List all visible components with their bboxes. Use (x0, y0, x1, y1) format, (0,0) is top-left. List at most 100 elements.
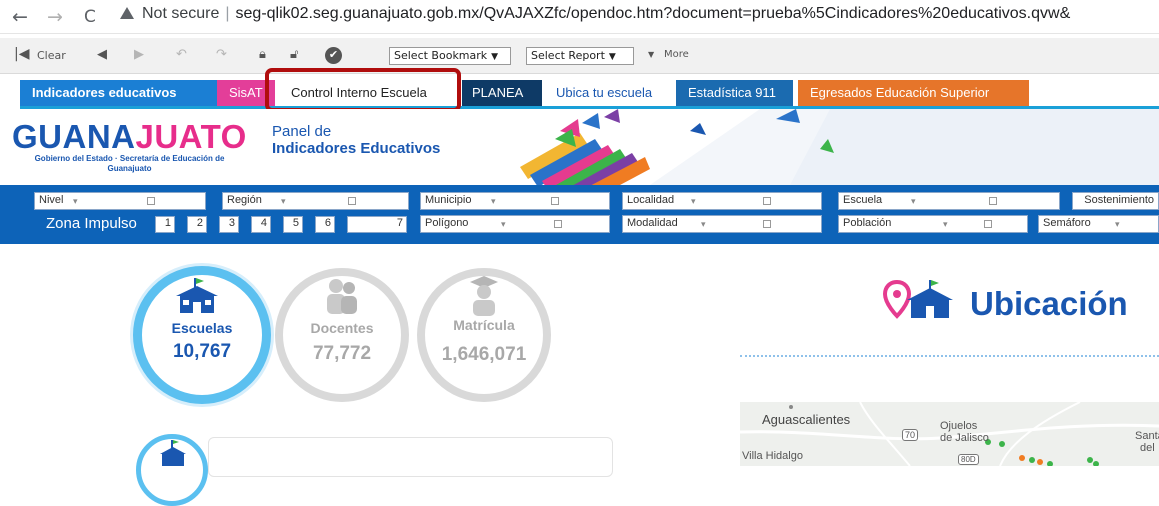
tab-label: PLANEA (472, 85, 524, 100)
map-label-aguascalientes: Aguascalientes (762, 412, 851, 427)
reload-icon[interactable]: C (84, 7, 96, 27)
chevron-down-icon: ▼ (608, 52, 616, 62)
panel-title-line2: Indicadores Educativos (272, 140, 441, 157)
kpi-escuelas-value: 10,767 (172, 341, 232, 362)
tab-planea[interactable]: PLANEA (462, 80, 542, 106)
filter-label: Localidad (627, 194, 675, 206)
not-secure-warning-icon (120, 7, 134, 19)
chevron-down-icon: ▾ (911, 196, 916, 206)
school-icon (176, 278, 218, 313)
back-selection-icon[interactable]: ◀ (97, 47, 107, 62)
filter-label: Escuela (843, 194, 883, 206)
address-bar[interactable]: Not secure | seg-qlik02.seg.guanajuato.gob… (120, 5, 1070, 29)
chevron-down-icon: ▾ (1115, 219, 1120, 229)
zona-5[interactable]: 5 (283, 216, 303, 233)
unlock-icon[interactable]: 🔓︎ (290, 47, 298, 62)
highlight-box (265, 68, 461, 112)
bookmark-select[interactable]: Select Bookmark ▼ (389, 47, 511, 65)
map-view[interactable]: Aguascalientes Ojuelos de Jalisco Villa … (740, 402, 1159, 466)
lock-icon[interactable]: 🔒︎ (259, 47, 266, 62)
tab-label: Ubica tu escuela (556, 85, 653, 100)
filter-label: Polígono (425, 217, 469, 229)
kpi-docentes-value: 77,772 (312, 343, 372, 364)
undo-icon[interactable]: ↶ (176, 47, 187, 62)
graduate-icon (470, 276, 498, 316)
filter-label: Región (227, 194, 262, 206)
filter-escuela[interactable]: Escuela ▾ (838, 192, 1060, 210)
checkbox-icon[interactable] (147, 197, 155, 205)
filter-label: Semáforo (1043, 217, 1091, 229)
chevron-down-icon: ▾ (943, 219, 948, 229)
dashboard-header: GUANAJUATO Gobierno del Estado · Secreta… (0, 109, 1159, 185)
school-icon (160, 440, 186, 466)
teachers-icon (327, 279, 357, 314)
more-chevron-icon[interactable]: ▼ (648, 50, 654, 59)
security-status: Not secure (142, 5, 220, 22)
kpi-docentes-label: Docentes (310, 320, 374, 336)
checkbox-icon[interactable] (763, 197, 771, 205)
pencils-banner-art (520, 109, 1159, 185)
more-button[interactable]: More (664, 49, 689, 60)
tab-estadistica-911[interactable]: Estadística 911 (676, 80, 793, 106)
chevron-down-icon: ▾ (73, 196, 78, 206)
redo-icon[interactable]: ↷ (216, 47, 227, 62)
zona-2[interactable]: 2 (187, 216, 207, 233)
filter-localidad[interactable]: Localidad ▾ (622, 192, 822, 210)
map-label-ojuelos: Ojuelos de Jalisco (940, 420, 989, 444)
zona-3[interactable]: 3 (219, 216, 239, 233)
checkbox-icon[interactable] (989, 197, 997, 205)
zona-7[interactable]: 7 (347, 216, 407, 233)
road-70-shield: 70 (902, 429, 919, 441)
tab-label: Estadística 911 (688, 85, 776, 100)
clear-button[interactable]: Clear (37, 49, 66, 62)
clear-icon[interactable]: |◀ (14, 46, 29, 62)
filter-municipio[interactable]: Municipio ▾ (420, 192, 610, 210)
forward-arrow-icon[interactable]: → (47, 6, 63, 28)
panel-title: Panel de Indicadores Educativos (272, 123, 440, 157)
filter-label: Población (843, 217, 892, 229)
tab-egresados-educacion-superior[interactable]: Egresados Educación Superior (798, 80, 1029, 106)
checkbox-icon[interactable] (984, 220, 992, 228)
bookmark-select-label: Select Bookmark (394, 49, 488, 62)
guanajuato-logo: GUANAJUATO (12, 118, 247, 156)
filter-sostenimiento[interactable]: Sostenimiento (1072, 192, 1159, 210)
road-80d-shield: 80D (958, 454, 979, 465)
chevron-down-icon: ▼ (491, 52, 499, 62)
tab-ubica-tu-escuela[interactable]: Ubica tu escuela (544, 80, 672, 106)
sheet-tabs: Indicadores educativos SisAT Control Int… (0, 80, 1159, 108)
map-label-del: del (1140, 442, 1155, 454)
bottom-card (208, 437, 613, 477)
checkbox-icon[interactable] (554, 220, 562, 228)
zona-1[interactable]: 1 (155, 216, 175, 233)
chevron-down-icon: ▾ (491, 196, 496, 206)
tab-label: Egresados Educación Superior (810, 85, 990, 100)
checkbox-icon[interactable] (551, 197, 559, 205)
report-select[interactable]: Select Report ▼ (526, 47, 634, 65)
ubicacion-title: Ubicación (970, 285, 1128, 322)
zona-4[interactable]: 4 (251, 216, 271, 233)
url-text: seg-qlik02.seg.guanajuato.gob.mx/QvAJAXZ… (235, 5, 1071, 22)
tab-label: SisAT (229, 85, 263, 100)
back-arrow-icon[interactable]: ← (12, 6, 28, 28)
zona-impulso-label: Zona Impulso (46, 215, 137, 232)
filter-semaforo[interactable]: Semáforo ▾ (1038, 215, 1159, 233)
logo-subtitle: Gobierno del Estado · Secretaría de Educ… (34, 154, 225, 173)
zona-6[interactable]: 6 (315, 216, 335, 233)
filter-region[interactable]: Región ▾ (222, 192, 409, 210)
checkbox-icon[interactable] (763, 220, 771, 228)
filter-poblacion[interactable]: Población ▾ (838, 215, 1028, 233)
forward-selection-icon[interactable]: ▶ (134, 47, 144, 62)
kpi-matricula-label: Matrícula (453, 317, 515, 333)
qlik-toolbar: |◀ Clear ◀ ▶ ↶ ↷ 🔒︎ 🔓︎ ✔ Select Bookmark… (0, 38, 1159, 74)
filter-poligono[interactable]: Polígono ▾ (420, 215, 610, 233)
chevron-down-icon: ▾ (501, 219, 506, 229)
panel-title-line1: Panel de (272, 123, 332, 140)
kpi-escuelas-label: Escuelas (171, 320, 233, 336)
check-icon[interactable]: ✔ (325, 47, 342, 64)
tab-label: Indicadores educativos (32, 85, 177, 100)
filter-nivel[interactable]: Nivel ▾ (34, 192, 206, 210)
checkbox-icon[interactable] (348, 197, 356, 205)
filter-label: Nivel (39, 194, 64, 206)
filter-modalidad[interactable]: Modalidad ▾ (622, 215, 822, 233)
tab-indicadores-educativos[interactable]: Indicadores educativos (20, 80, 230, 106)
